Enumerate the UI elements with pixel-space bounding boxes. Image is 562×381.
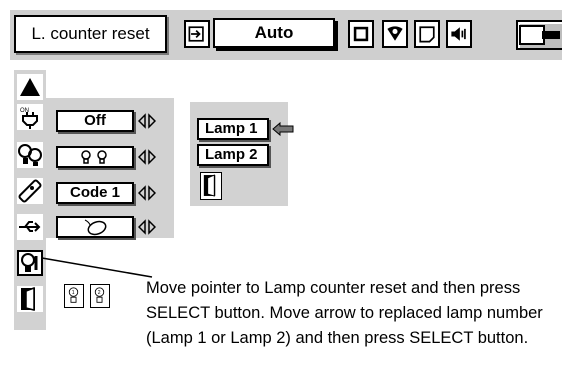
lamp-2-button[interactable]: Lamp 2 [197,144,269,166]
screen-icon[interactable] [414,20,440,48]
sound-icon[interactable] [446,20,472,48]
mode-value-field[interactable]: Auto [213,18,335,48]
power-on-icon[interactable]: ON [17,104,43,130]
input-icon[interactable] [184,20,210,48]
lamp-setting-icon[interactable] [516,20,562,50]
lamp-1-button[interactable]: Lamp 1 [197,118,269,140]
pointer-arrow-icon [272,121,294,137]
menu-title: L. counter reset [14,15,167,53]
square-icon[interactable] [348,20,374,48]
svg-text:2: 2 [98,290,101,296]
remote-control-icon[interactable] [17,178,43,204]
callout-line [41,257,153,278]
exit-icon[interactable] [17,286,43,312]
lamp-2-indicator-icon: 2 [90,284,110,308]
mouse-setting-value[interactable] [56,216,134,238]
usb-mouse-icon[interactable] [17,214,43,240]
color-icon[interactable] [382,20,408,48]
instruction-text: Move pointer to Lamp counter reset and t… [146,279,543,347]
left-right-arrows-icon[interactable] [138,219,156,235]
scroll-up-icon[interactable] [17,74,43,100]
left-right-arrows-icon[interactable] [138,185,156,201]
left-right-arrows-icon[interactable] [138,113,156,129]
left-right-arrows-icon[interactable] [138,149,156,165]
remote-code-value[interactable]: Code 1 [56,182,134,204]
exit-icon[interactable] [200,172,222,200]
power-on-value[interactable]: Off [56,110,134,132]
lamp-1-indicator-icon: 1 [64,284,84,308]
lamp-mode-value[interactable] [56,146,134,168]
svg-text:1: 1 [72,290,75,296]
lamp-mode-icon[interactable] [17,142,43,168]
